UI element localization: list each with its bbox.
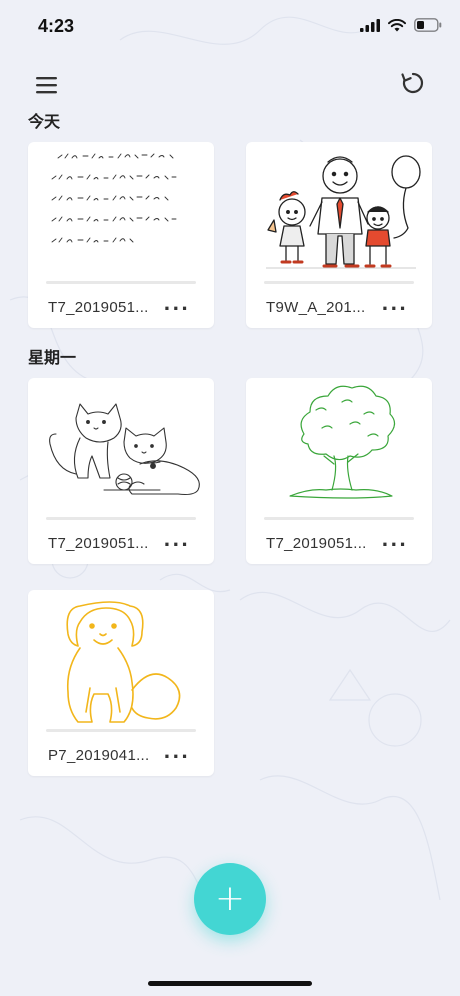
- cats-drawing-thumbnail: [49, 403, 200, 496]
- signal-icon: [360, 18, 380, 32]
- file-card[interactable]: T9W_A_201... ...: [246, 142, 432, 328]
- top-toolbar: [0, 62, 460, 108]
- menu-icon: [36, 77, 57, 94]
- plus-icon: +: [214, 878, 246, 919]
- dog-drawing-thumbnail: [66, 601, 181, 723]
- family-drawing-thumbnail: [266, 155, 421, 269]
- file-card[interactable]: T7_2019051... ...: [28, 378, 214, 564]
- file-name: P7_2019041...: [48, 747, 150, 764]
- card-divider: [46, 281, 196, 284]
- status-bar: 4:23: [0, 0, 460, 56]
- section-title-monday: 星期一: [28, 348, 77, 367]
- card-divider: [46, 729, 196, 732]
- file-card[interactable]: T7_2019051... ...: [28, 142, 214, 328]
- battery-icon: [414, 18, 442, 32]
- card-divider: [264, 281, 414, 284]
- more-options-button[interactable]: ...: [163, 742, 190, 763]
- card-divider: [46, 517, 196, 520]
- file-name: T9W_A_201...: [266, 299, 366, 316]
- file-card[interactable]: P7_2019041... ...: [28, 590, 214, 776]
- more-options-button[interactable]: ...: [163, 530, 190, 551]
- wifi-icon: [388, 18, 406, 31]
- status-icons: [360, 18, 442, 32]
- file-name: T7_2019051...: [48, 299, 149, 316]
- more-options-button[interactable]: ...: [381, 530, 408, 551]
- file-card[interactable]: T7_2019051... ...: [246, 378, 432, 564]
- add-button[interactable]: +: [194, 863, 266, 935]
- status-time: 4:23: [38, 16, 75, 36]
- refresh-icon: [401, 72, 424, 94]
- menu-button[interactable]: [34, 74, 60, 96]
- file-name: T7_2019051...: [266, 535, 367, 552]
- card-divider: [264, 517, 414, 520]
- more-options-button[interactable]: ...: [163, 294, 190, 315]
- tree-drawing-thumbnail: [289, 385, 396, 499]
- section-title-today: 今天: [28, 112, 61, 131]
- home-indicator: [148, 981, 312, 986]
- handwriting-thumbnail: [51, 153, 177, 243]
- file-name: T7_2019051...: [48, 535, 149, 552]
- more-options-button[interactable]: ...: [381, 294, 408, 315]
- refresh-button[interactable]: [400, 70, 426, 96]
